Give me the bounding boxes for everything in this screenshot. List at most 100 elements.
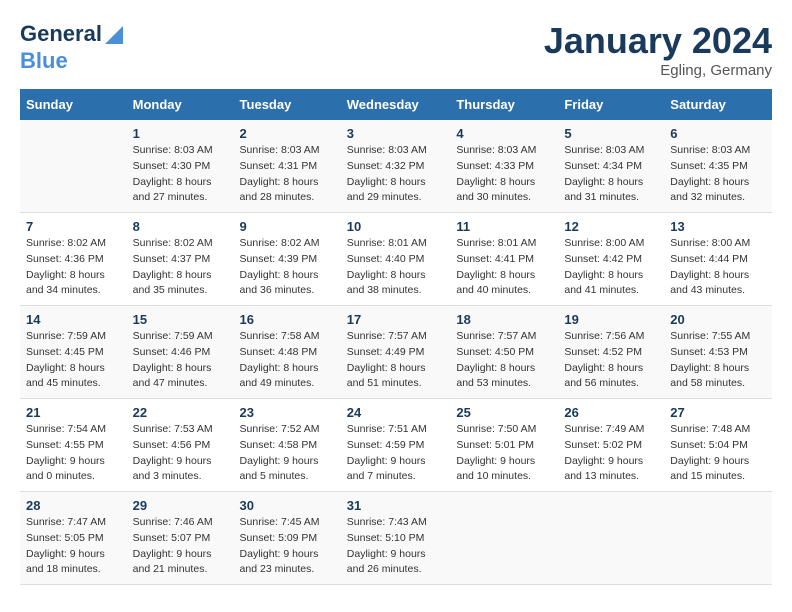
day-number: 25 xyxy=(456,405,552,420)
week-row-2: 7Sunrise: 8:02 AMSunset: 4:36 PMDaylight… xyxy=(20,213,772,306)
week-row-1: 1 Sunrise: 8:03 AMSunset: 4:30 PMDaylight… xyxy=(20,120,772,213)
day-cell: 25 Sunrise: 7:50 AMSunset: 5:01 PMDayligh… xyxy=(450,399,558,492)
day-cell: 13Sunrise: 8:00 AMSunset: 4:44 PMDayligh… xyxy=(664,213,772,306)
day-cell xyxy=(558,492,664,585)
day-info: Sunrise: 7:54 AMSunset: 4:55 PMDaylight:… xyxy=(26,422,121,485)
day-number: 17 xyxy=(347,312,445,327)
day-number: 23 xyxy=(240,405,335,420)
day-cell: 7Sunrise: 8:02 AMSunset: 4:36 PMDaylight… xyxy=(20,213,127,306)
day-number: 6 xyxy=(670,126,766,141)
day-info: Sunrise: 8:01 AMSunset: 4:41 PMDaylight:… xyxy=(456,236,552,299)
day-number: 28 xyxy=(26,498,121,513)
day-info: Sunrise: 7:56 AMSunset: 4:52 PMDaylight:… xyxy=(564,329,658,392)
day-cell: 8Sunrise: 8:02 AMSunset: 4:37 PMDaylight… xyxy=(127,213,234,306)
title-block: January 2024 Egling, Germany xyxy=(544,20,772,79)
day-number: 15 xyxy=(133,312,228,327)
day-number: 20 xyxy=(670,312,766,327)
day-number: 30 xyxy=(240,498,335,513)
day-cell: 31 Sunrise: 7:43 AMSunset: 5:10 PMDayligh… xyxy=(341,492,451,585)
day-number: 16 xyxy=(240,312,335,327)
day-info: Sunrise: 8:00 AMSunset: 4:42 PMDaylight:… xyxy=(564,236,658,299)
day-cell xyxy=(664,492,772,585)
day-info: Sunrise: 8:01 AMSunset: 4:40 PMDaylight:… xyxy=(347,236,445,299)
day-cell: 20 Sunrise: 7:55 AMSunset: 4:53 PMDayligh… xyxy=(664,306,772,399)
day-cell: 15 Sunrise: 7:59 AMSunset: 4:46 PMDayligh… xyxy=(127,306,234,399)
day-info: Sunrise: 7:57 AMSunset: 4:50 PMDaylight:… xyxy=(456,329,552,392)
day-number: 29 xyxy=(133,498,228,513)
day-number: 4 xyxy=(456,126,552,141)
day-cell: 10 Sunrise: 8:01 AMSunset: 4:40 PMDayligh… xyxy=(341,213,451,306)
day-cell: 22 Sunrise: 7:53 AMSunset: 4:56 PMDayligh… xyxy=(127,399,234,492)
day-cell: 11 Sunrise: 8:01 AMSunset: 4:41 PMDayligh… xyxy=(450,213,558,306)
day-info: Sunrise: 7:59 AMSunset: 4:45 PMDaylight:… xyxy=(26,329,121,392)
day-info: Sunrise: 7:59 AMSunset: 4:46 PMDaylight:… xyxy=(133,329,228,392)
col-header-saturday: Saturday xyxy=(664,89,772,120)
day-cell: 14Sunrise: 7:59 AMSunset: 4:45 PMDayligh… xyxy=(20,306,127,399)
day-number: 13 xyxy=(670,219,766,234)
day-number: 8 xyxy=(133,219,228,234)
day-cell: 12Sunrise: 8:00 AMSunset: 4:42 PMDayligh… xyxy=(558,213,664,306)
day-cell: 6 Sunrise: 8:03 AMSunset: 4:35 PMDaylight… xyxy=(664,120,772,213)
day-info: Sunrise: 7:43 AMSunset: 5:10 PMDaylight:… xyxy=(347,515,445,578)
day-number: 10 xyxy=(347,219,445,234)
col-header-monday: Monday xyxy=(127,89,234,120)
col-header-thursday: Thursday xyxy=(450,89,558,120)
day-number: 2 xyxy=(240,126,335,141)
day-info: Sunrise: 7:47 AMSunset: 5:05 PMDaylight:… xyxy=(26,515,121,578)
day-number: 5 xyxy=(564,126,658,141)
day-info: Sunrise: 7:58 AMSunset: 4:48 PMDaylight:… xyxy=(240,329,335,392)
day-number: 21 xyxy=(26,405,121,420)
day-number: 26 xyxy=(564,405,658,420)
col-header-tuesday: Tuesday xyxy=(234,89,341,120)
day-number: 11 xyxy=(456,219,552,234)
day-cell xyxy=(20,120,127,213)
day-cell: 18 Sunrise: 7:57 AMSunset: 4:50 PMDayligh… xyxy=(450,306,558,399)
day-info: Sunrise: 7:48 AMSunset: 5:04 PMDaylight:… xyxy=(670,422,766,485)
week-row-4: 21 Sunrise: 7:54 AMSunset: 4:55 PMDayligh… xyxy=(20,399,772,492)
header-row: SundayMondayTuesdayWednesdayThursdayFrid… xyxy=(20,89,772,120)
day-number: 18 xyxy=(456,312,552,327)
col-header-wednesday: Wednesday xyxy=(341,89,451,120)
day-cell: 9 Sunrise: 8:02 AMSunset: 4:39 PMDaylight… xyxy=(234,213,341,306)
day-number: 31 xyxy=(347,498,445,513)
day-cell: 23 Sunrise: 7:52 AMSunset: 4:58 PMDayligh… xyxy=(234,399,341,492)
day-info: Sunrise: 7:45 AMSunset: 5:09 PMDaylight:… xyxy=(240,515,335,578)
page-header: General Blue January 2024 Egling, German… xyxy=(20,20,772,79)
day-number: 24 xyxy=(347,405,445,420)
day-cell: 4Sunrise: 8:03 AMSunset: 4:33 PMDaylight… xyxy=(450,120,558,213)
day-info: Sunrise: 8:03 AMSunset: 4:32 PMDaylight:… xyxy=(347,143,445,206)
day-cell: 2 Sunrise: 8:03 AMSunset: 4:31 PMDaylight… xyxy=(234,120,341,213)
day-info: Sunrise: 8:03 AMSunset: 4:30 PMDaylight:… xyxy=(133,143,228,206)
day-number: 27 xyxy=(670,405,766,420)
week-row-5: 28 Sunrise: 7:47 AMSunset: 5:05 PMDayligh… xyxy=(20,492,772,585)
logo: General Blue xyxy=(20,20,123,73)
logo-text: General xyxy=(20,22,102,46)
day-info: Sunrise: 7:53 AMSunset: 4:56 PMDaylight:… xyxy=(133,422,228,485)
day-info: Sunrise: 7:51 AMSunset: 4:59 PMDaylight:… xyxy=(347,422,445,485)
day-number: 7 xyxy=(26,219,121,234)
logo-icon xyxy=(105,22,123,44)
day-cell: 3Sunrise: 8:03 AMSunset: 4:32 PMDaylight… xyxy=(341,120,451,213)
day-info: Sunrise: 8:03 AMSunset: 4:31 PMDaylight:… xyxy=(240,143,335,206)
day-cell: 27 Sunrise: 7:48 AMSunset: 5:04 PMDayligh… xyxy=(664,399,772,492)
day-info: Sunrise: 7:52 AMSunset: 4:58 PMDaylight:… xyxy=(240,422,335,485)
col-header-friday: Friday xyxy=(558,89,664,120)
day-info: Sunrise: 8:03 AMSunset: 4:35 PMDaylight:… xyxy=(670,143,766,206)
day-cell: 24 Sunrise: 7:51 AMSunset: 4:59 PMDayligh… xyxy=(341,399,451,492)
day-info: Sunrise: 8:02 AMSunset: 4:39 PMDaylight:… xyxy=(240,236,335,299)
day-cell: 19 Sunrise: 7:56 AMSunset: 4:52 PMDayligh… xyxy=(558,306,664,399)
calendar-table: SundayMondayTuesdayWednesdayThursdayFrid… xyxy=(20,89,772,585)
logo-blue-text: Blue xyxy=(20,49,68,73)
day-number: 22 xyxy=(133,405,228,420)
day-info: Sunrise: 8:03 AMSunset: 4:34 PMDaylight:… xyxy=(564,143,658,206)
day-info: Sunrise: 7:50 AMSunset: 5:01 PMDaylight:… xyxy=(456,422,552,485)
day-info: Sunrise: 7:49 AMSunset: 5:02 PMDaylight:… xyxy=(564,422,658,485)
day-info: Sunrise: 7:55 AMSunset: 4:53 PMDaylight:… xyxy=(670,329,766,392)
day-cell: 30 Sunrise: 7:45 AMSunset: 5:09 PMDayligh… xyxy=(234,492,341,585)
day-number: 19 xyxy=(564,312,658,327)
day-number: 1 xyxy=(133,126,228,141)
day-number: 9 xyxy=(240,219,335,234)
day-cell: 1 Sunrise: 8:03 AMSunset: 4:30 PMDaylight… xyxy=(127,120,234,213)
col-header-sunday: Sunday xyxy=(20,89,127,120)
day-cell: 26 Sunrise: 7:49 AMSunset: 5:02 PMDayligh… xyxy=(558,399,664,492)
